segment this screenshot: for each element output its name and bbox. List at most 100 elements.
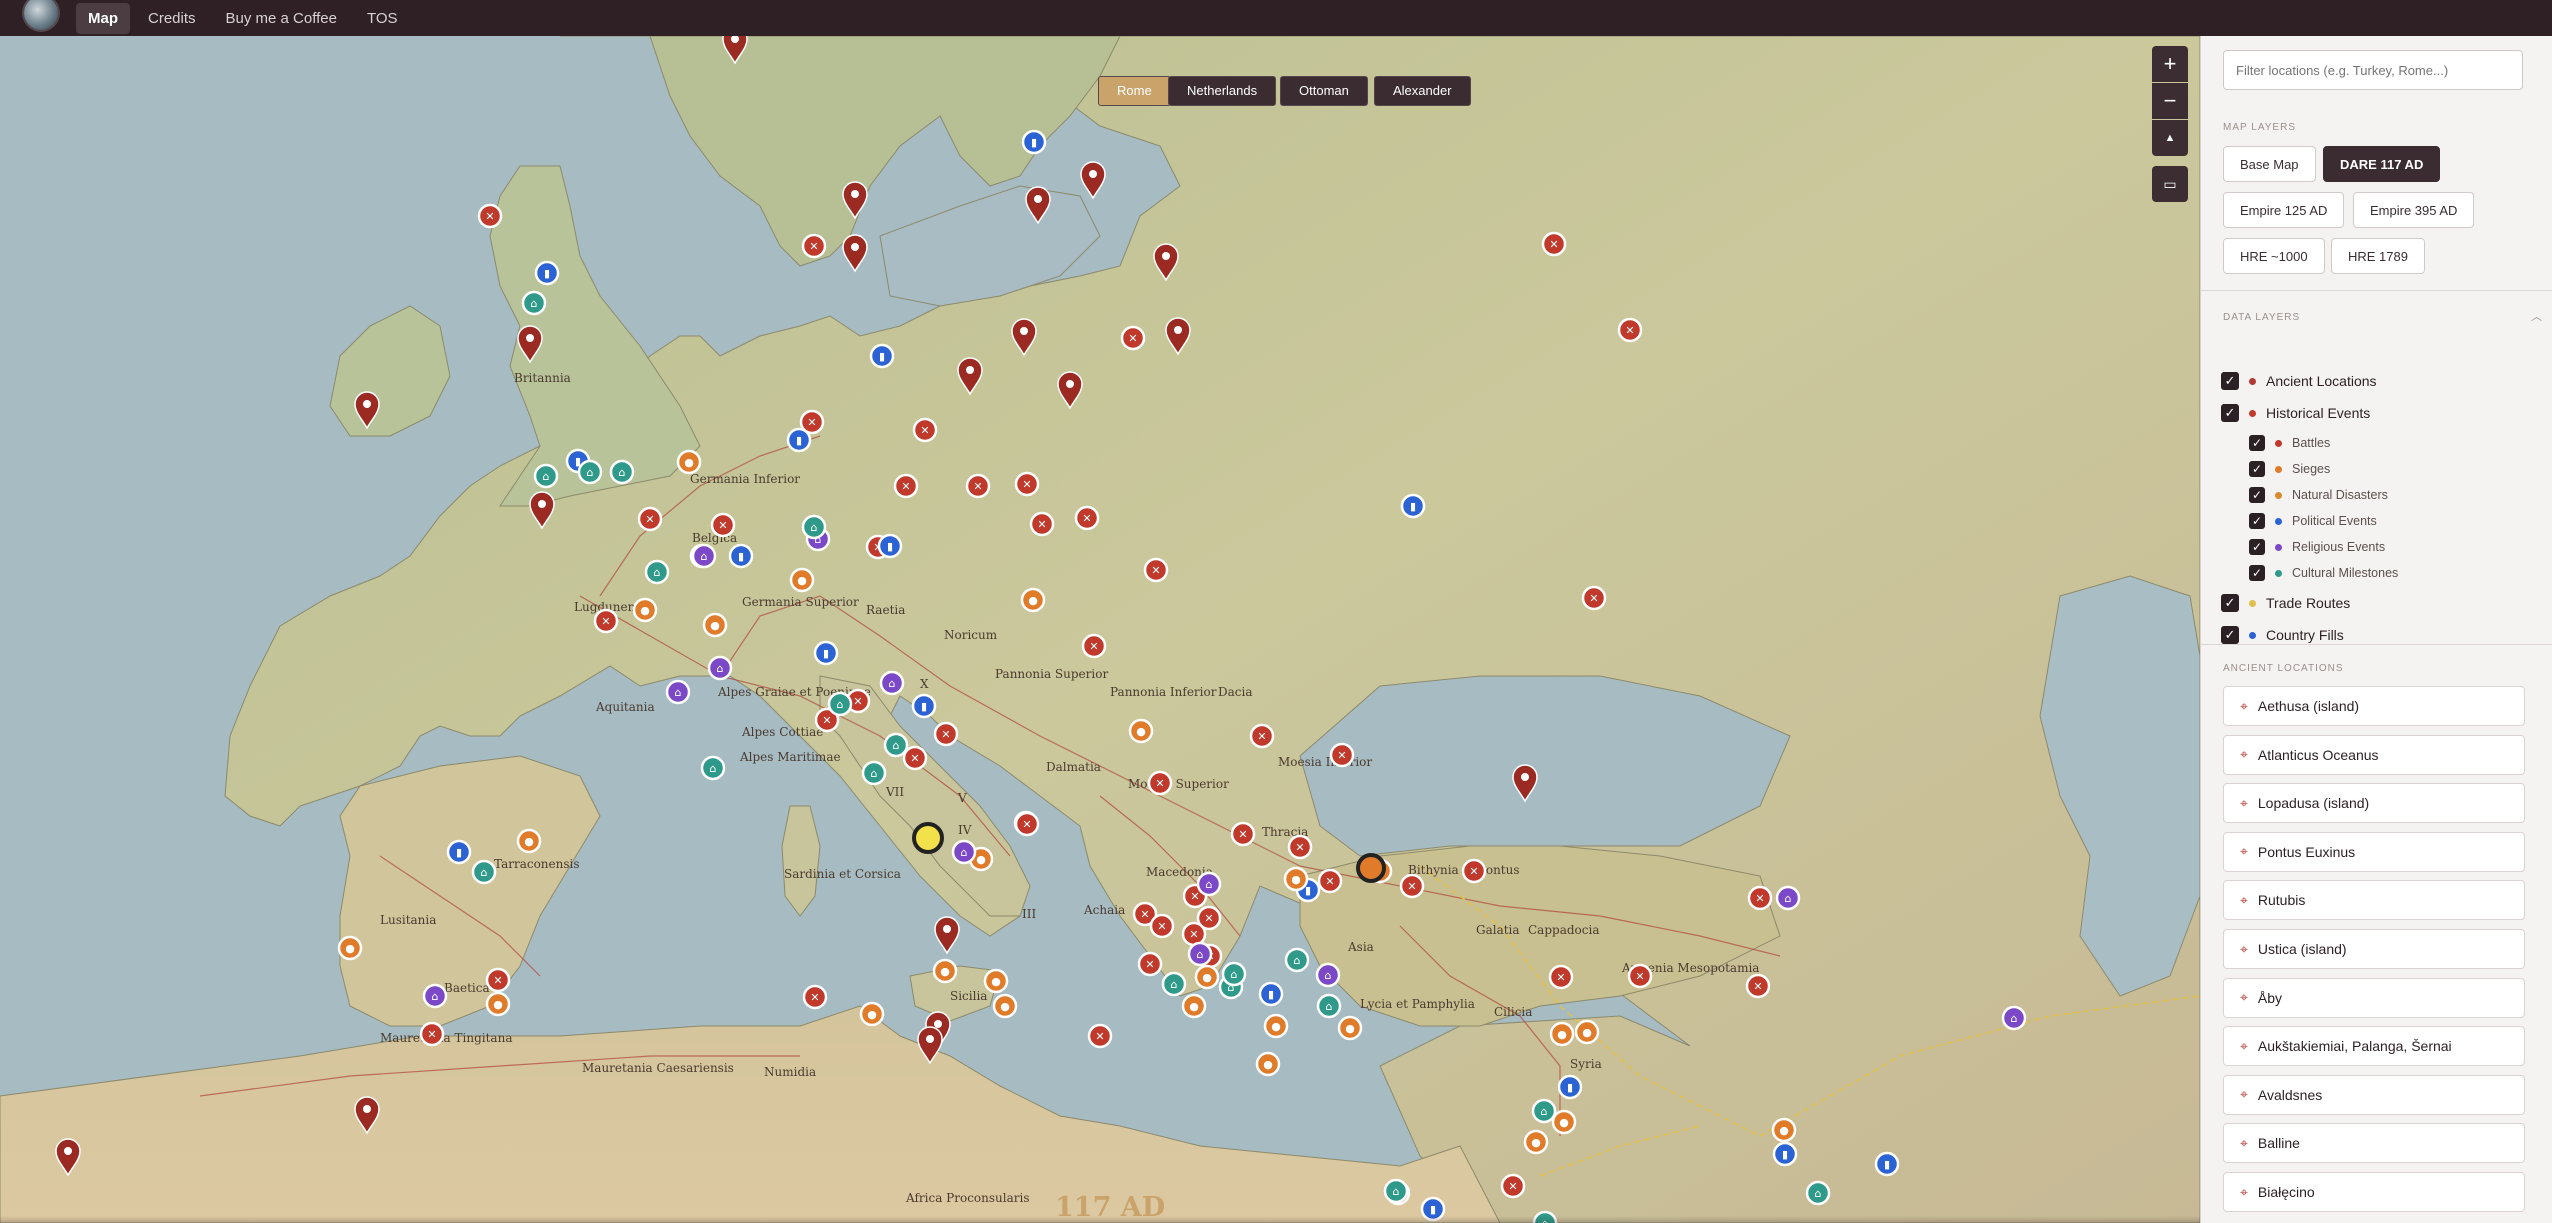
- battle-marker[interactable]: ✕: [1627, 963, 1653, 989]
- battle-marker[interactable]: ✕: [933, 721, 959, 747]
- religious-marker[interactable]: ⌂: [665, 679, 691, 705]
- layer-base-map[interactable]: Base Map: [2223, 146, 2316, 182]
- filter-locations-input[interactable]: [2223, 50, 2523, 90]
- compass-reset-icon[interactable]: ▲: [2152, 120, 2188, 156]
- battle-marker[interactable]: ✕: [710, 512, 736, 538]
- political-marker[interactable]: ▮: [446, 839, 472, 865]
- battle-marker[interactable]: ✕: [1181, 921, 1207, 947]
- battle-marker[interactable]: ✕: [477, 203, 503, 229]
- battle-marker[interactable]: ✕: [1081, 633, 1107, 659]
- religious-marker[interactable]: ⌂: [951, 839, 977, 865]
- siege-marker[interactable]: ●: [1255, 1051, 1281, 1077]
- siege-marker[interactable]: ●: [859, 1001, 885, 1027]
- data-layer-natural-disasters[interactable]: ✓ Natural Disasters: [2249, 484, 2388, 506]
- list-item[interactable]: ⌖ Pontus Euxinus: [2223, 831, 2525, 872]
- layer-dare-117[interactable]: DARE 117 AD: [2323, 146, 2441, 182]
- cultural-marker[interactable]: ⌂: [644, 559, 670, 585]
- cultural-marker[interactable]: ⌂: [1531, 1098, 1557, 1124]
- political-marker[interactable]: ▮: [534, 260, 560, 286]
- cultural-marker[interactable]: ⌂: [471, 859, 497, 885]
- battle-marker[interactable]: ✕: [1399, 873, 1425, 899]
- political-marker[interactable]: ▮: [728, 543, 754, 569]
- battle-marker[interactable]: ✕: [1745, 973, 1771, 999]
- religious-marker[interactable]: ⌂: [1196, 871, 1222, 897]
- battle-marker[interactable]: ✕: [902, 745, 928, 771]
- battle-marker[interactable]: ✕: [1617, 317, 1643, 343]
- battle-marker[interactable]: ✕: [893, 473, 919, 499]
- data-layer-sieges[interactable]: ✓ Sieges: [2249, 458, 2330, 480]
- checkbox[interactable]: ✓: [2249, 435, 2265, 451]
- battle-marker[interactable]: ✕: [1541, 231, 1567, 257]
- toggle-ottoman[interactable]: Ottoman: [1280, 76, 1368, 106]
- list-item[interactable]: ⌖ Aethusa (island): [2223, 686, 2525, 726]
- battle-marker[interactable]: ✕: [637, 506, 663, 532]
- battle-marker[interactable]: ✕: [485, 967, 511, 993]
- battle-marker[interactable]: ✕: [1287, 834, 1313, 860]
- battle-marker[interactable]: ✕: [1747, 885, 1773, 911]
- siege-marker[interactable]: ●: [1574, 1019, 1600, 1045]
- siege-marker[interactable]: ●: [337, 935, 363, 961]
- political-marker[interactable]: ▮: [813, 640, 839, 666]
- data-layer-country-fills[interactable]: ✓ Country Fills: [2221, 624, 2344, 646]
- siege-marker[interactable]: ●: [1194, 964, 1220, 990]
- battle-marker[interactable]: ✕: [1249, 723, 1275, 749]
- zoom-out-button[interactable]: −: [2152, 83, 2188, 119]
- cultural-marker[interactable]: ⌂: [700, 755, 726, 781]
- religious-marker[interactable]: ⌂: [879, 670, 905, 696]
- siege-marker[interactable]: ●: [1283, 866, 1309, 892]
- political-marker[interactable]: ▮: [1021, 129, 1047, 155]
- data-layer-historical-events[interactable]: ✓ Historical Events: [2221, 402, 2370, 424]
- cultural-marker[interactable]: ⌂: [1161, 971, 1187, 997]
- battle-marker[interactable]: ✕: [1120, 325, 1146, 351]
- cultural-marker[interactable]: ⌂: [1805, 1180, 1831, 1206]
- layer-empire-125[interactable]: Empire 125 AD: [2223, 192, 2345, 228]
- selected-rome-marker[interactable]: [912, 822, 944, 854]
- battle-marker[interactable]: ✕: [912, 417, 938, 443]
- chevron-up-icon[interactable]: ︿: [2531, 308, 2542, 324]
- checkbox[interactable]: ✓: [2221, 594, 2239, 612]
- checkbox[interactable]: ✓: [2221, 626, 2239, 644]
- battle-marker[interactable]: ✕: [1074, 505, 1100, 531]
- list-item[interactable]: ⌖ Balline: [2223, 1123, 2525, 1164]
- data-layer-religious-events[interactable]: ✓ Religious Events: [2249, 536, 2385, 558]
- cultural-marker[interactable]: ⌂: [801, 514, 827, 540]
- battle-marker[interactable]: ✕: [1329, 742, 1355, 768]
- cultural-marker[interactable]: ⌂: [827, 691, 853, 717]
- toggle-sidebar-icon[interactable]: ▭: [2152, 166, 2188, 202]
- battle-marker[interactable]: ✕: [802, 984, 828, 1010]
- siege-marker[interactable]: ●: [1771, 1117, 1797, 1143]
- political-marker[interactable]: ▮: [1258, 981, 1284, 1007]
- toggle-rome[interactable]: Rome: [1098, 76, 1171, 106]
- cultural-marker[interactable]: ⌂: [883, 732, 909, 758]
- cultural-marker[interactable]: ⌂: [577, 459, 603, 485]
- data-layer-political-events[interactable]: ✓ Political Events: [2249, 510, 2377, 532]
- toggle-alexander[interactable]: Alexander: [1374, 76, 1471, 106]
- battle-marker[interactable]: ✕: [1317, 868, 1343, 894]
- battle-marker[interactable]: ✕: [1581, 585, 1607, 611]
- battle-marker[interactable]: ✕: [1014, 471, 1040, 497]
- toggle-netherlands[interactable]: Netherlands: [1168, 76, 1277, 106]
- cultural-marker[interactable]: ⌂: [1284, 947, 1310, 973]
- religious-marker[interactable]: ⌂: [1775, 885, 1801, 911]
- checkbox[interactable]: ✓: [2249, 539, 2265, 555]
- battle-marker[interactable]: ✕: [1087, 1023, 1113, 1049]
- list-item[interactable]: ⌖ Lopadusa (island): [2223, 783, 2525, 824]
- battle-marker[interactable]: ✕: [1029, 511, 1055, 537]
- zoom-in-button[interactable]: +: [2152, 46, 2188, 82]
- battle-marker[interactable]: ✕: [1137, 951, 1163, 977]
- siege-marker[interactable]: ●: [992, 993, 1018, 1019]
- checkbox[interactable]: ✓: [2249, 513, 2265, 529]
- globe-logo-icon[interactable]: [24, 0, 58, 30]
- list-item[interactable]: ⌖ Åby: [2223, 977, 2525, 1018]
- siege-marker[interactable]: ●: [1551, 1109, 1577, 1135]
- nav-tos[interactable]: TOS: [355, 3, 410, 34]
- battle-marker[interactable]: ✕: [1230, 821, 1256, 847]
- siege-marker[interactable]: ●: [632, 597, 658, 623]
- religious-marker[interactable]: ⌂: [2001, 1005, 2027, 1031]
- list-item[interactable]: ⌖ Ustica (island): [2223, 929, 2525, 969]
- battle-marker[interactable]: ✕: [1149, 913, 1175, 939]
- political-marker[interactable]: ▮: [877, 533, 903, 559]
- checkbox[interactable]: ✓: [2221, 404, 2239, 422]
- siege-marker[interactable]: ●: [1337, 1015, 1363, 1041]
- political-marker[interactable]: ▮: [1400, 493, 1426, 519]
